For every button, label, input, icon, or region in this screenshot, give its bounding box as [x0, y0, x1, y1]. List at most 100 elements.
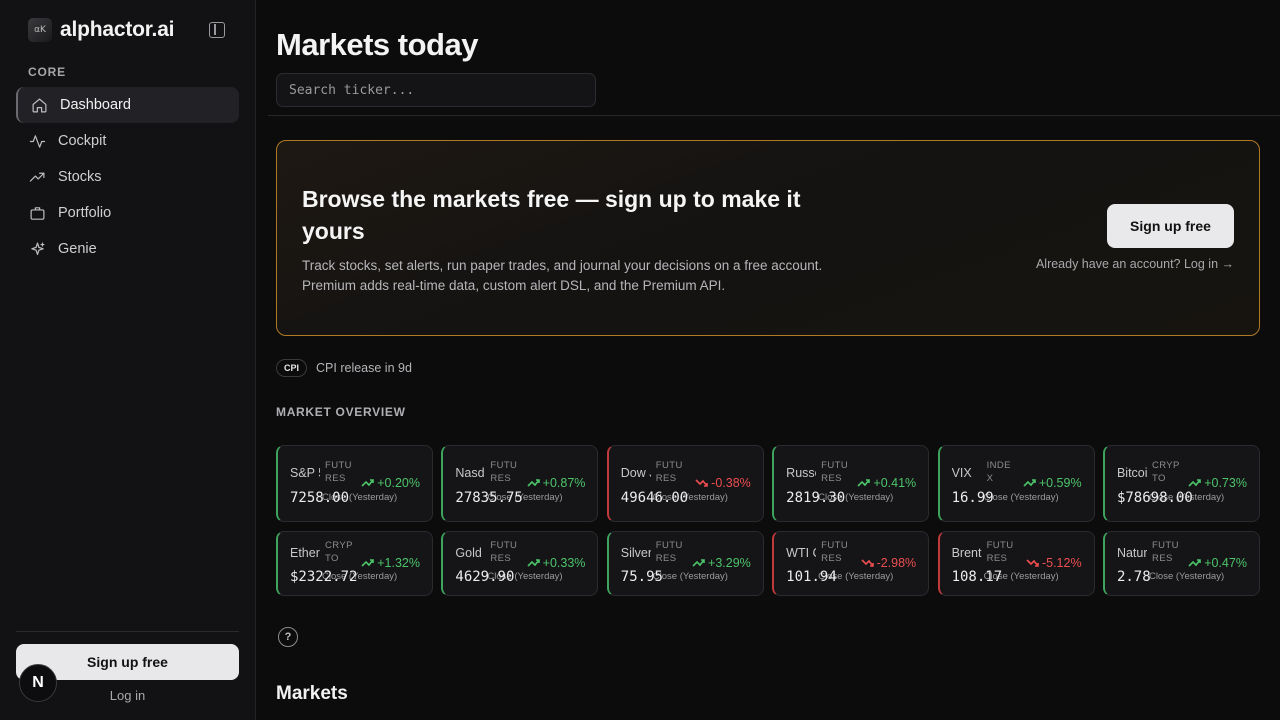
nav-section-label: CORE	[28, 65, 66, 79]
trending-up-icon	[361, 479, 375, 487]
market-card[interactable]: WTI CrudeFUTURES-2.98%Close (Yesterday)1…	[772, 531, 930, 596]
brand-logo: αK	[28, 18, 52, 42]
markets-heading: Markets	[276, 683, 348, 704]
trending-up-icon	[527, 559, 540, 567]
market-card[interactable]: BitcoinCRYPTO+0.73%Close (Yesterday)$786…	[1102, 445, 1260, 522]
card-type: CRYPTO	[325, 540, 353, 564]
card-name: S&P 500	[290, 466, 320, 480]
card-name: Brent Crude	[951, 546, 982, 560]
market-overview-label: MARKET OVERVIEW	[276, 405, 406, 419]
card-price: $2322.72	[290, 569, 358, 585]
card-type: CRYPTO	[1151, 460, 1180, 484]
card-name: Gold	[455, 546, 482, 560]
promo-desc-line: Track stocks, set alerts, run paper trad…	[302, 258, 823, 273]
market-card[interactable]: Gold FUTURES +0.33% Close (Yesterday) 4629.9…	[441, 531, 599, 596]
trending-down-icon	[695, 479, 708, 487]
event-chip[interactable]: CPI	[276, 359, 308, 377]
trending-up-icon	[1188, 559, 1202, 567]
card-change: -5.12%	[1026, 556, 1082, 570]
sidebar-item-label: Cockpit	[58, 133, 107, 149]
sidebar-item-label: Stocks	[58, 169, 102, 185]
card-price: 2819.30	[786, 490, 846, 506]
help-icon[interactable]: ?	[278, 627, 298, 647]
brand[interactable]: αK alphactor.ai	[28, 18, 175, 42]
card-change: +0.73%	[1188, 476, 1247, 490]
card-price: 16.99	[951, 490, 994, 506]
card-price: 7258.00	[290, 490, 350, 506]
event-row: CPI CPI release in 9d	[276, 359, 412, 377]
sidebar-item-genie[interactable]: Genie	[16, 231, 239, 267]
next-dev-badge[interactable]: N	[19, 664, 57, 702]
sidebar-item-label: Dashboard	[60, 97, 131, 113]
market-card[interactable]: Dow JonesFUTURES-0.38%Close (Yesterday)4…	[606, 445, 764, 522]
promo-login-link[interactable]: Already have an account? Log in →	[1036, 257, 1234, 271]
card-change: +3.29%	[692, 556, 751, 570]
market-card[interactable]: S&P 500FUTURES+0.20%Close (Yesterday)725…	[276, 445, 433, 522]
card-type: FUTURES	[986, 540, 1014, 564]
sidebar: αK alphactor.ai CORE Dashboard Cockpit S…	[0, 0, 256, 720]
card-type: FUTURES	[655, 460, 683, 484]
card-name: Russell 2000	[786, 466, 816, 480]
market-card[interactable]: Brent CrudeFUTURES-5.12%Close (Yesterday…	[937, 531, 1095, 596]
card-name: Dow Jones	[620, 466, 651, 480]
card-change-value: -0.38%	[711, 476, 751, 490]
card-change: +0.41%	[857, 476, 916, 490]
card-change-value: +1.32%	[377, 556, 420, 570]
sidebar-item-cockpit[interactable]: Cockpit	[16, 123, 239, 159]
header-divider	[268, 115, 1280, 116]
card-price: 108.17	[951, 569, 1003, 585]
sidebar-nav: Dashboard Cockpit Stocks Portfolio Genie	[16, 87, 239, 267]
trending-up-icon	[361, 559, 375, 567]
promo-signup-button[interactable]: Sign up free	[1107, 204, 1234, 248]
page-title: Markets today	[276, 27, 478, 62]
market-card[interactable]: EthereumCRYPTO+1.32%Close (Yesterday)$23…	[276, 531, 433, 596]
signup-promo-banner: Browse the markets free — sign up to mak…	[276, 140, 1260, 336]
card-change-value: +0.47%	[1204, 556, 1247, 570]
card-price: 2.78	[1116, 569, 1151, 585]
promo-title: Browse the markets free — sign up to mak…	[302, 186, 801, 244]
card-change: +0.87%	[527, 476, 586, 490]
card-change-value: +3.29%	[708, 556, 751, 570]
card-type: FUTURES	[1151, 540, 1179, 564]
card-change: -2.98%	[860, 556, 917, 570]
briefcase-icon	[30, 206, 45, 220]
activity-icon	[29, 134, 46, 148]
market-card[interactable]: Natural Gas FUTURES +0.47%Close (Yesterday…	[1102, 531, 1260, 596]
sidebar-item-stocks[interactable]: Stocks	[16, 159, 239, 195]
card-name: Silver	[620, 546, 651, 560]
card-change-value: +0.87%	[542, 476, 586, 490]
card-type: FUTURES	[821, 540, 849, 564]
sidebar-item-label: Genie	[58, 241, 97, 257]
card-price: 75.95	[620, 569, 663, 585]
sidebar-item-portfolio[interactable]: Portfolio	[16, 195, 239, 231]
home-icon	[32, 98, 47, 112]
card-name: WTI Crude	[786, 546, 816, 560]
card-close-label: Close (Yesterday)	[1148, 571, 1225, 582]
market-card[interactable]: Nasdaq 100FUTURES+0.87%Close (Yesterday)…	[441, 445, 599, 522]
trending-up-icon	[527, 479, 540, 487]
card-change-value: -2.98%	[876, 556, 917, 570]
card-change: +1.32%	[361, 556, 420, 570]
card-price: 4629.90	[455, 569, 515, 585]
sidebar-item-dashboard[interactable]: Dashboard	[16, 87, 239, 123]
market-overview-grid: S&P 500 FUTURES +0.20% Close (Yesterday) 725…	[276, 445, 1260, 596]
card-name: Ethereum	[290, 546, 320, 560]
market-card[interactable]: Silver FUTURES +3.29% Close (Yesterday) 75.9…	[606, 531, 764, 596]
search-input[interactable]	[276, 73, 596, 107]
market-card[interactable]: Russell 2000FUTURES+0.41%Close (Yesterda…	[772, 445, 930, 522]
card-type: FUTURES	[325, 460, 352, 484]
trending-up-icon	[692, 559, 705, 567]
card-close-label: Close (Yesterday)	[652, 571, 728, 582]
card-change-value: +0.73%	[1204, 476, 1247, 490]
trending-down-icon	[860, 559, 874, 567]
card-change: +0.59%	[1023, 476, 1082, 490]
card-change: +0.20%	[361, 476, 420, 490]
card-change: -0.38%	[695, 476, 751, 490]
trending-up-icon	[29, 172, 45, 182]
card-close-label: Close (Yesterday)	[983, 492, 1059, 503]
market-card[interactable]: VIX INDEX +0.59% Close (Yesterday) 16.99	[937, 445, 1095, 522]
sidebar-collapse-icon[interactable]	[209, 22, 225, 38]
card-price: 101.94	[786, 569, 837, 585]
card-name: Natural Gas	[1116, 546, 1147, 560]
card-price: 49646.00	[620, 490, 689, 506]
